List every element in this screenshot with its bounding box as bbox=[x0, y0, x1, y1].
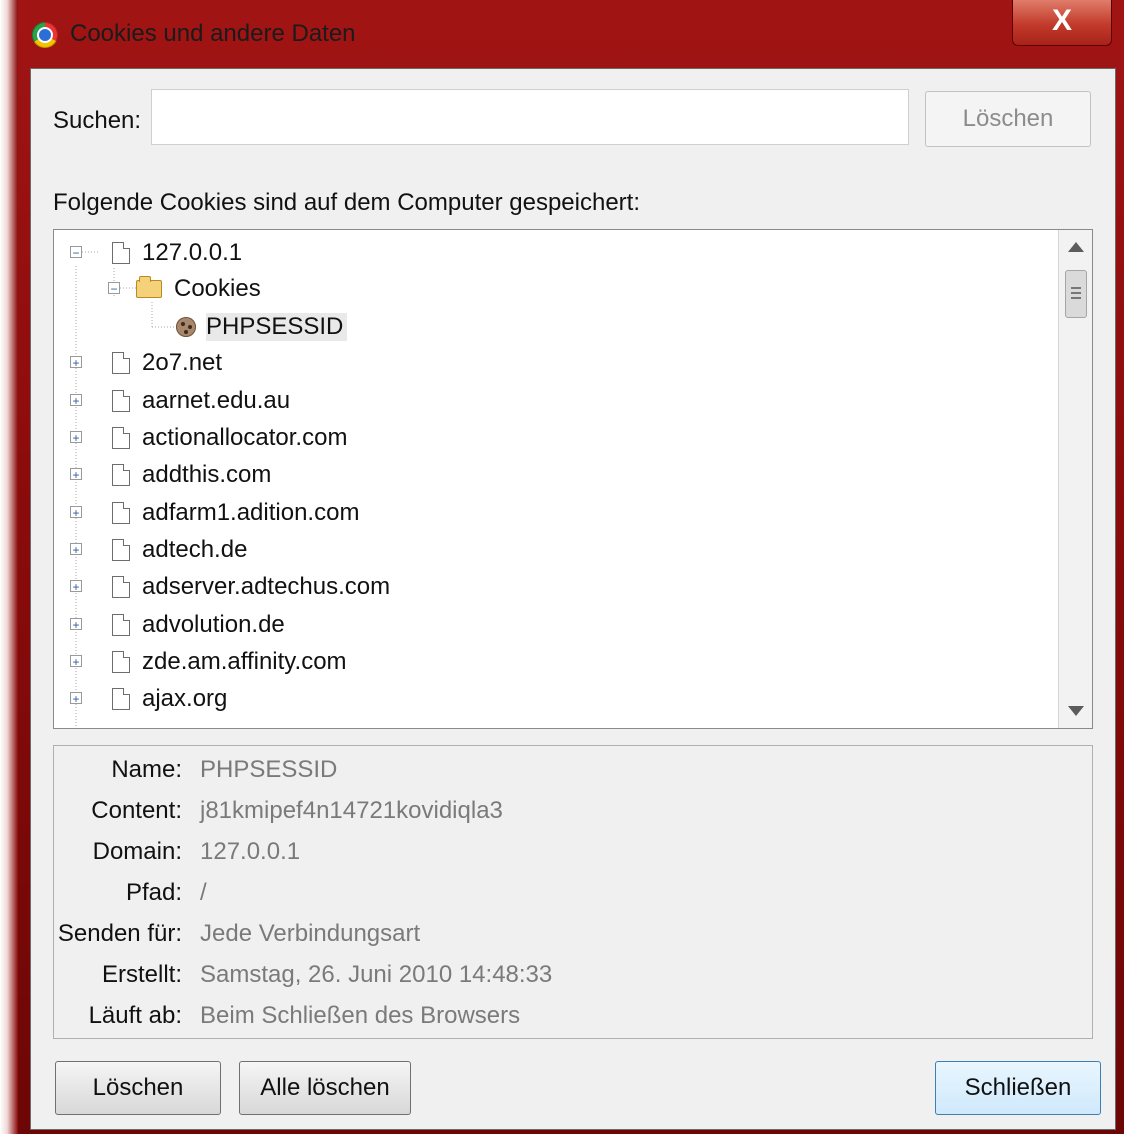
tree-item-label: zde.am.affinity.com bbox=[142, 648, 347, 675]
detail-value: j81kmipef4n14721kovidiqla3 bbox=[200, 797, 503, 824]
detail-row-expires: Läuft ab: Beim Schließen des Browsers bbox=[54, 998, 1092, 1032]
tree-item-label: 127.0.0.1 bbox=[142, 239, 243, 266]
tree-item-label: advolution.de bbox=[142, 611, 285, 638]
tree-scrollbar[interactable] bbox=[1058, 230, 1092, 728]
detail-label: Name: bbox=[111, 756, 182, 783]
tree-row-zde-am-affinity[interactable]: + zde.am.affinity.com bbox=[54, 645, 347, 679]
detail-label: Domain: bbox=[92, 838, 182, 865]
expand-icon[interactable]: + bbox=[70, 543, 82, 556]
tree-item-label: 2o7.net bbox=[142, 349, 223, 376]
search-label: Suchen: bbox=[53, 107, 142, 134]
tree-row-aarnet[interactable]: + aarnet.edu.au bbox=[54, 384, 290, 418]
tree-item-label: adtech.de bbox=[142, 536, 248, 563]
cookie-details-panel: Name: PHPSESSID Content: j81kmipef4n1472… bbox=[53, 745, 1093, 1039]
titlebar[interactable]: Cookies und andere Daten X bbox=[18, 0, 1124, 60]
close-button[interactable]: Schließen bbox=[935, 1061, 1101, 1115]
detail-value: / bbox=[200, 879, 207, 906]
collapse-icon[interactable]: − bbox=[108, 282, 120, 295]
detail-row-domain: Domain: 127.0.0.1 bbox=[54, 834, 1092, 868]
page-icon bbox=[112, 651, 130, 673]
chrome-icon bbox=[32, 22, 58, 48]
tree-item-label-selected: PHPSESSID bbox=[206, 313, 348, 341]
detail-value: 127.0.0.1 bbox=[200, 838, 301, 865]
tree-row-adserver-adtechus[interactable]: + adserver.adtechus.com bbox=[54, 570, 390, 604]
tree-row-127-0-0-1[interactable]: − 127.0.0.1 bbox=[54, 236, 242, 270]
expand-icon[interactable]: + bbox=[70, 431, 82, 444]
delete-all-button[interactable]: Alle löschen bbox=[239, 1061, 411, 1115]
detail-label: Pfad: bbox=[125, 879, 182, 906]
scroll-up-icon[interactable] bbox=[1068, 242, 1084, 252]
detail-value: PHPSESSID bbox=[200, 756, 338, 783]
tree-item-label: aarnet.edu.au bbox=[142, 387, 291, 414]
page-icon bbox=[112, 502, 130, 524]
expand-icon[interactable]: + bbox=[70, 618, 82, 631]
expand-icon[interactable]: + bbox=[70, 506, 82, 519]
page-icon bbox=[112, 427, 130, 449]
detail-value: Samstag, 26. Juni 2010 14:48:33 bbox=[200, 961, 553, 988]
expand-icon[interactable]: + bbox=[70, 580, 82, 593]
folder-icon bbox=[136, 276, 162, 298]
tree-row-2o7-net[interactable]: + 2o7.net bbox=[54, 346, 222, 380]
page-icon bbox=[112, 576, 130, 598]
detail-row-path: Pfad: / bbox=[54, 875, 1092, 909]
cookies-section-label: Folgende Cookies sind auf dem Computer g… bbox=[53, 189, 640, 216]
tree-item-label: adserver.adtechus.com bbox=[142, 573, 391, 600]
detail-row-name: Name: PHPSESSID bbox=[54, 752, 1092, 786]
page-icon bbox=[112, 614, 130, 636]
page-icon bbox=[112, 464, 130, 486]
close-window-button[interactable]: X bbox=[1012, 0, 1112, 46]
page-icon bbox=[112, 352, 130, 374]
tree-row-cookies-folder[interactable]: − Cookies bbox=[54, 272, 261, 306]
detail-row-send-for: Senden für: Jede Verbindungsart bbox=[54, 916, 1092, 950]
page-icon bbox=[112, 390, 130, 412]
tree-item-label: addthis.com bbox=[142, 461, 272, 488]
page-icon bbox=[112, 242, 130, 264]
dialog-client-area: Suchen: Löschen Folgende Cookies sind au… bbox=[30, 68, 1116, 1130]
tree-item-label: actionallocator.com bbox=[142, 424, 348, 451]
page-icon bbox=[112, 539, 130, 561]
detail-label: Läuft ab: bbox=[88, 1002, 182, 1029]
tree-row-adfarm1[interactable]: + adfarm1.adition.com bbox=[54, 496, 359, 530]
tree-row-phpsessid[interactable]: PHPSESSID bbox=[54, 310, 348, 344]
expand-icon[interactable]: + bbox=[70, 356, 82, 369]
tree-row-ajax-org[interactable]: + ajax.org bbox=[54, 682, 227, 716]
tree-row-advolution[interactable]: + advolution.de bbox=[54, 608, 285, 642]
clear-search-button[interactable]: Löschen bbox=[925, 91, 1091, 147]
tree-row-adtech[interactable]: + adtech.de bbox=[54, 533, 247, 567]
tree-row-actionallocator[interactable]: + actionallocator.com bbox=[54, 421, 347, 455]
tree-row-addthis[interactable]: + addthis.com bbox=[54, 458, 271, 492]
delete-button[interactable]: Löschen bbox=[55, 1061, 221, 1115]
expand-icon[interactable]: + bbox=[70, 468, 82, 481]
tree-item-label: adfarm1.adition.com bbox=[142, 499, 360, 526]
detail-label: Content: bbox=[91, 797, 182, 824]
scroll-thumb[interactable] bbox=[1065, 270, 1087, 318]
window-left-edge bbox=[0, 0, 18, 1134]
tree-item-label: ajax.org bbox=[142, 685, 228, 712]
detail-label: Senden für: bbox=[57, 920, 182, 947]
detail-row-created: Erstellt: Samstag, 26. Juni 2010 14:48:3… bbox=[54, 957, 1092, 991]
tree-item-label: Cookies bbox=[174, 275, 261, 302]
scroll-down-icon[interactable] bbox=[1068, 706, 1084, 716]
expand-icon[interactable]: + bbox=[70, 655, 82, 668]
search-input[interactable] bbox=[151, 89, 909, 145]
cookies-tree[interactable]: − 127.0.0.1 − Cookies PHPSESSID + 2o7.ne… bbox=[53, 229, 1093, 729]
cookie-icon bbox=[176, 317, 196, 337]
detail-value: Beim Schließen des Browsers bbox=[200, 1002, 521, 1029]
expand-icon[interactable]: + bbox=[70, 394, 82, 407]
detail-label: Erstellt: bbox=[101, 961, 182, 988]
expand-icon[interactable]: + bbox=[70, 692, 82, 705]
window-title: Cookies und andere Daten bbox=[70, 20, 356, 47]
detail-value: Jede Verbindungsart bbox=[200, 920, 421, 947]
collapse-icon[interactable]: − bbox=[70, 246, 82, 259]
page-icon bbox=[112, 688, 130, 710]
detail-row-content: Content: j81kmipef4n14721kovidiqla3 bbox=[54, 793, 1092, 827]
